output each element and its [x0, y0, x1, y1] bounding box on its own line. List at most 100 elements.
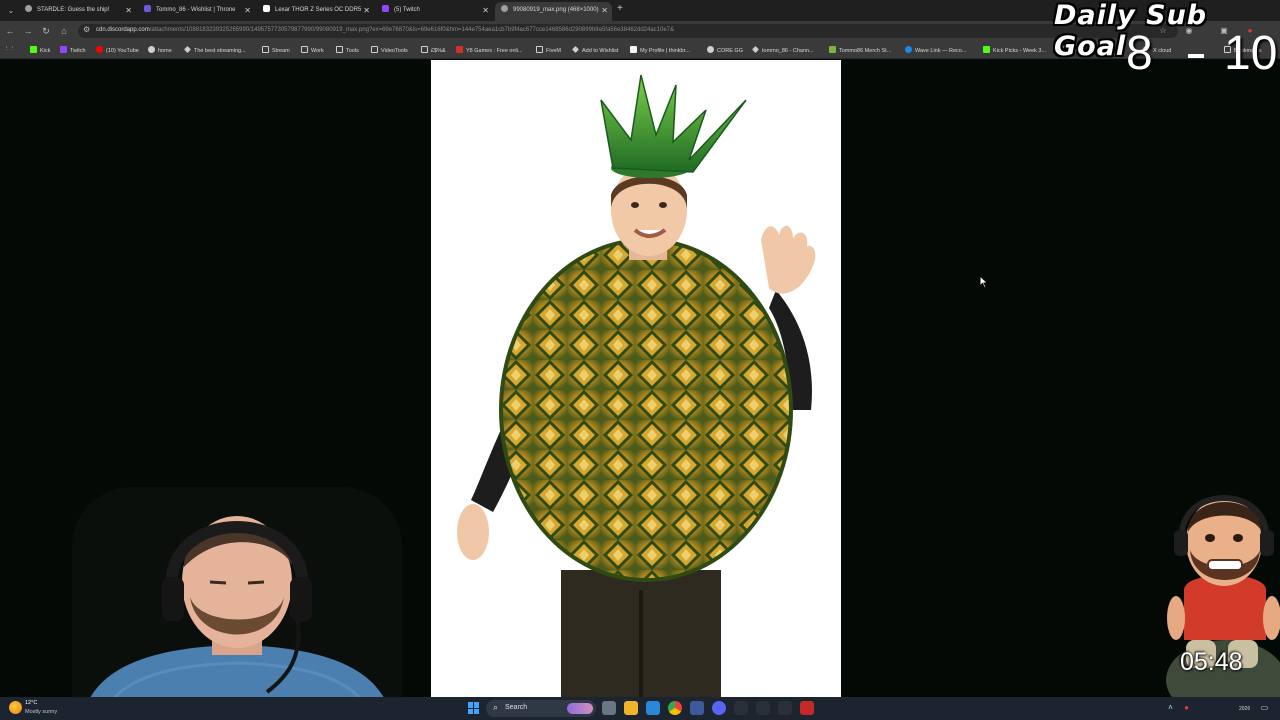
- bookmark-folder-symbols[interactable]: £$%&: [421, 46, 446, 54]
- apps-grid-icon[interactable]: ⋮⋮: [4, 46, 15, 52]
- bookmark-home[interactable]: home: [148, 46, 172, 54]
- search-label: Search: [505, 704, 528, 711]
- app-icon[interactable]: [690, 701, 704, 715]
- bookmark-wave-link[interactable]: Wave Link — Reco...: [905, 46, 966, 54]
- folder-icon: [301, 46, 308, 53]
- bookmark-label: Tools: [346, 48, 359, 54]
- throne-icon: [144, 5, 151, 12]
- bookmark-label: The best streaming...: [194, 48, 246, 54]
- cartoon-avatar: [1166, 490, 1280, 712]
- app-icon[interactable]: [734, 701, 748, 715]
- close-icon[interactable]: ✕: [363, 2, 370, 19]
- back-icon[interactable]: ←: [4, 25, 16, 37]
- search-icon: ⌕: [493, 702, 499, 712]
- steam-icon[interactable]: [756, 701, 770, 715]
- tab-throne-wishlist[interactable]: Tommo_86 - Wishlist | Throne ✕: [138, 2, 255, 21]
- windows-start-icon[interactable]: [468, 702, 480, 714]
- shop-icon: [829, 46, 836, 53]
- link-icon: [572, 46, 579, 53]
- close-icon[interactable]: ✕: [601, 2, 608, 19]
- bookmark-label: CORE GG: [717, 48, 743, 54]
- notification-icon[interactable]: ▭: [1260, 703, 1269, 712]
- tab-label: 99080919_max.png (468×1000): [513, 7, 599, 13]
- bookmark-label: (10) YouTube: [106, 48, 139, 54]
- tab-twitch[interactable]: (5) Twitch ✕: [376, 2, 493, 21]
- app-icon[interactable]: [778, 701, 792, 715]
- close-icon[interactable]: ✕: [482, 2, 489, 19]
- tab-lexar-ram[interactable]: Lexar THOR Z Series OC DDR5 ✕: [257, 2, 374, 21]
- address-url: cdn.discordapp.com/attachments/108818323…: [96, 27, 674, 33]
- close-icon[interactable]: ✕: [244, 2, 251, 19]
- stream-timer: 05:48: [1180, 648, 1243, 676]
- chevron-up-icon[interactable]: ˄: [1166, 703, 1175, 712]
- sub-goal-target-count: 10: [1224, 27, 1278, 80]
- bookmark-label: My Profile | thinkbr...: [640, 48, 690, 54]
- bookmark-folder-stream[interactable]: Stream: [262, 46, 290, 54]
- bookmark-add-to-wishlist[interactable]: Add to Wishlist: [572, 46, 618, 54]
- tab-stardle[interactable]: STARDLE: Guess the ship! ✕: [19, 2, 136, 21]
- bookmark-thinkbr[interactable]: My Profile | thinkbr...: [630, 46, 690, 54]
- pineapple-costume-illustration: [457, 74, 816, 697]
- taskbar-date: 2026: [1239, 706, 1251, 712]
- bookmark-folder-videotools[interactable]: VideoTools: [371, 46, 408, 54]
- bookmark-core-gg[interactable]: CORE GG: [707, 46, 743, 54]
- tab-image-active[interactable]: 99080919_max.png (468×1000) ✕: [495, 2, 612, 21]
- tray-app-icon[interactable]: ●: [1182, 703, 1191, 712]
- bookmark-merch[interactable]: Tommo86 Merch St...: [829, 46, 891, 54]
- app-icon[interactable]: [800, 701, 814, 715]
- bookmark-streaming[interactable]: The best streaming...: [184, 46, 246, 54]
- bookmark-folder-fivem[interactable]: FiveM: [536, 46, 561, 54]
- site-info-icon[interactable]: ⚙: [83, 25, 90, 34]
- weather-temperature: 12°C: [25, 700, 38, 706]
- link-icon: [752, 46, 759, 53]
- task-view-icon[interactable]: [602, 701, 616, 715]
- bookmark-y8[interactable]: Y8 Games : Free onli...: [456, 46, 523, 54]
- bookmark-label: £$%&: [431, 48, 446, 54]
- bookmark-folder-tools[interactable]: Tools: [336, 46, 359, 54]
- new-tab-button[interactable]: +: [617, 3, 623, 14]
- taskbar-search[interactable]: ⌕ Search: [486, 700, 596, 717]
- bookmark-folder-work[interactable]: Work: [301, 46, 324, 54]
- bookmark-kick-picks[interactable]: Kick Picks - Week 3...: [983, 46, 1046, 54]
- tab-label: Tommo_86 - Wishlist | Throne: [156, 7, 236, 13]
- file-explorer-icon[interactable]: [624, 701, 638, 715]
- bookmark-label: tommo_86 - Chann...: [762, 48, 814, 54]
- weather-condition: Mostly sunny: [25, 709, 58, 715]
- streamer-webcam-illustration: [72, 487, 402, 720]
- sub-goal-current-count: 8: [1126, 27, 1153, 80]
- profile-icon: [630, 46, 637, 53]
- url-path: /attachments/1088183239325265990/1495757…: [149, 27, 675, 33]
- forward-icon[interactable]: →: [22, 25, 34, 37]
- tab-search-icon[interactable]: ⌄: [4, 4, 18, 17]
- folder-icon: [336, 46, 343, 53]
- bookmark-youtube[interactable]: (10) YouTube: [96, 46, 139, 54]
- bookmark-twitch[interactable]: Twitch: [60, 46, 86, 54]
- close-icon[interactable]: ✕: [125, 2, 132, 19]
- bookmark-label: Kick Picks - Week 3...: [993, 48, 1047, 54]
- windows-taskbar: 12°C Mostly sunny ⌕ Search ˄ ● ▭ 2026: [0, 697, 1280, 720]
- twitch-icon: [382, 5, 389, 12]
- webcam-feed: [72, 487, 402, 720]
- address-bar[interactable]: ⚙ cdn.discordapp.com/attachments/1088183…: [78, 24, 1178, 38]
- pineapple-costume-image[interactable]: [431, 60, 841, 697]
- youtube-icon: [96, 46, 103, 53]
- folder-icon: [371, 46, 378, 53]
- bookmark-label: FiveM: [546, 48, 561, 54]
- globe-icon: [25, 5, 32, 12]
- bookmark-label: Y8 Games : Free onli...: [466, 48, 523, 54]
- bookmark-tommo-channel[interactable]: tommo_86 - Chann...: [752, 46, 814, 54]
- home-icon: [148, 46, 155, 53]
- bookmark-label: Wave Link — Reco...: [915, 48, 967, 54]
- home-icon[interactable]: ⌂: [58, 25, 70, 37]
- chrome-icon[interactable]: [668, 701, 682, 715]
- twitch-icon: [60, 46, 67, 53]
- bookmark-label: Stream: [272, 48, 290, 54]
- bookmark-label: Twitch: [70, 48, 86, 54]
- cartoon-streamer-illustration: [1166, 495, 1280, 712]
- store-icon[interactable]: [646, 701, 660, 715]
- reload-icon[interactable]: ↻: [40, 25, 52, 37]
- bookmark-label: Work: [311, 48, 324, 54]
- folder-icon: [421, 46, 428, 53]
- discord-icon[interactable]: [712, 701, 726, 715]
- bookmark-kick[interactable]: Kick: [30, 46, 50, 54]
